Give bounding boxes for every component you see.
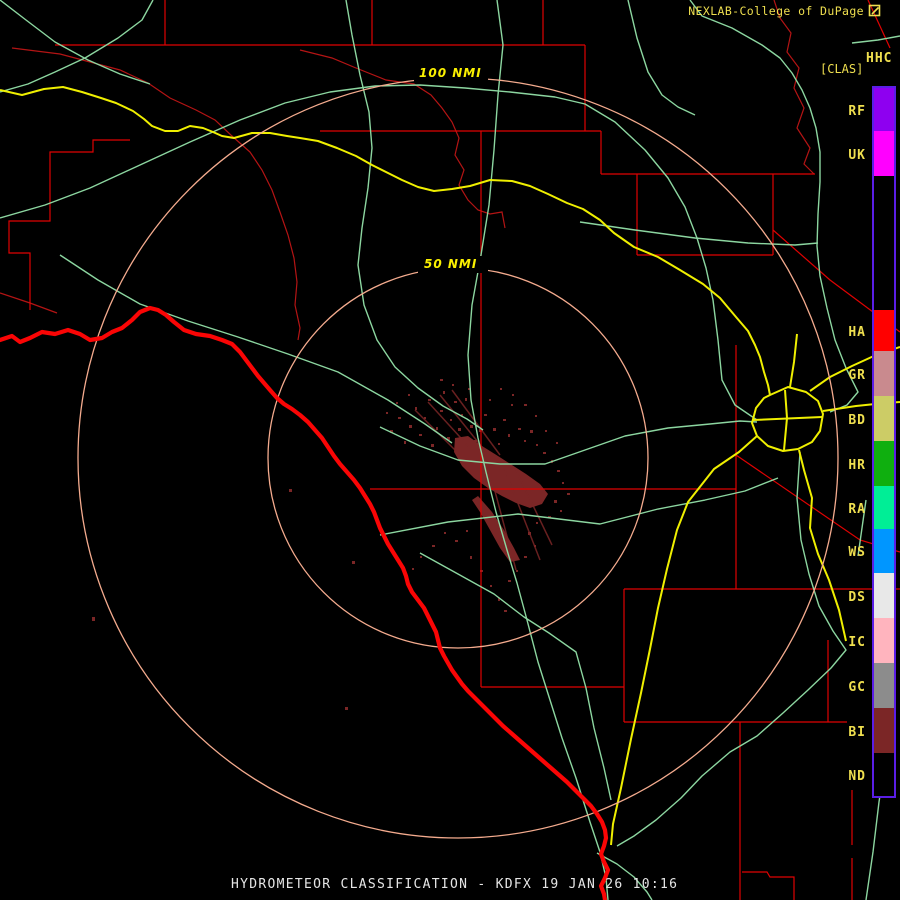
legend-label-WS: WS	[848, 545, 866, 560]
legend-segment-RF	[874, 88, 894, 131]
legend-label-BD: BD	[848, 412, 866, 428]
rio-grande-river	[0, 305, 611, 900]
legend-label-ND: ND	[848, 768, 866, 784]
legend-segment-BI	[874, 708, 894, 753]
legend-segment-RA	[874, 486, 894, 529]
legend-label-GC: GC	[848, 679, 866, 695]
legend-segment-UK	[874, 131, 894, 176]
site-title: NEXLAB-College of DuPage	[688, 4, 864, 18]
legend-segment-HR	[874, 441, 894, 486]
radar-map	[0, 0, 900, 900]
product-tag-label: [CLAS]	[820, 62, 864, 76]
box-arrow-icon	[868, 4, 881, 17]
highways-yellow	[0, 86, 900, 846]
legend-segment-BD	[874, 396, 894, 441]
legend-label-BI: BI	[848, 724, 866, 740]
legend-segment-gap	[874, 176, 894, 310]
legend-label-DS: DS	[848, 589, 866, 605]
legend-label-RF: RF	[848, 103, 866, 119]
radar-display: 100 NMI 50 NMI NEXLAB-College of DuPage …	[0, 0, 900, 900]
legend-segment-DS	[874, 573, 894, 618]
product-code-label: HHC	[866, 51, 893, 66]
legend-label-UK: UK	[848, 147, 866, 163]
legend-segment-ND	[874, 753, 894, 796]
legend-segment-IC	[874, 618, 894, 663]
legend-label-IC: IC	[848, 634, 866, 650]
legend-segment-GR	[874, 351, 894, 396]
legend-label-HR: HR	[848, 457, 866, 473]
legend-label-HA: HA	[848, 324, 866, 340]
legend-color-bar	[872, 86, 896, 798]
legend-label-RA: RA	[848, 501, 866, 517]
legend-segment-WS	[874, 529, 894, 573]
river-tributaries	[0, 0, 815, 341]
header: NEXLAB-College of DuPage	[688, 4, 882, 18]
range-label-100nmi: 100 NMI	[419, 66, 482, 80]
product-caption: HYDROMETEOR CLASSIFICATION - KDFX 19 JAN…	[231, 877, 679, 892]
legend-segment-GC	[874, 663, 894, 708]
legend-segment-HA	[874, 310, 894, 351]
radar-echoes	[92, 379, 570, 710]
legend-label-GR: GR	[848, 367, 866, 383]
roads-green	[0, 0, 900, 900]
range-label-50nmi: 50 NMI	[424, 257, 478, 271]
